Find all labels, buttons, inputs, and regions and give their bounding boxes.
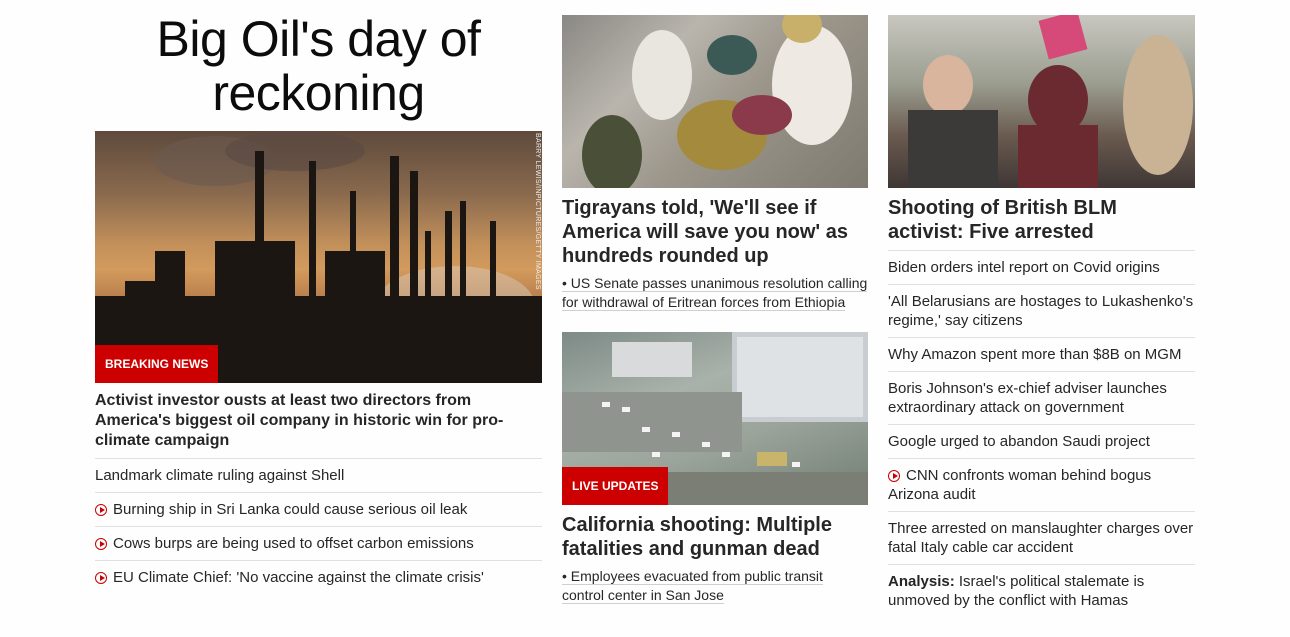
story-title[interactable]: Tigrayans told, 'We'll see if America wi…: [562, 196, 868, 268]
list-item[interactable]: Three arrested on manslaughter charges o…: [888, 511, 1195, 564]
list-item-text[interactable]: Burning ship in Sri Lanka could cause se…: [113, 501, 467, 518]
live-updates-badge: LIVE UPDATES: [562, 467, 669, 505]
list-item[interactable]: Boris Johnson's ex-chief adviser launche…: [888, 371, 1195, 424]
main-headline[interactable]: Big Oil's day of reckoning: [95, 12, 542, 120]
list-item[interactable]: Google urged to abandon Saudi project: [888, 424, 1195, 458]
story-title[interactable]: Shooting of British BLM activist: Five a…: [888, 196, 1195, 244]
list-item[interactable]: Cows burps are being used to offset carb…: [95, 526, 542, 560]
list-item[interactable]: Landmark climate ruling against Shell: [95, 458, 542, 492]
list-item-text[interactable]: EU Climate Chief: 'No vaccine against th…: [113, 569, 484, 586]
list-item[interactable]: Analysis: Israel's political stalemate i…: [888, 564, 1195, 617]
story-subtitle[interactable]: • US Senate passes unanimous resolution …: [562, 274, 868, 312]
story-subtitle-text[interactable]: • Employees evacuated from public transi…: [562, 568, 823, 604]
tigray-image[interactable]: [562, 15, 868, 188]
list-item[interactable]: CNN confronts woman behind bogus Arizona…: [888, 458, 1195, 511]
middle-column: Tigrayans told, 'We'll see if America wi…: [562, 0, 868, 604]
headline-list: Biden orders intel report on Covid origi…: [888, 250, 1195, 617]
breaking-news-badge: BREAKING NEWS: [95, 345, 219, 383]
list-item[interactable]: Biden orders intel report on Covid origi…: [888, 250, 1195, 284]
list-item[interactable]: 'All Belarusians are hostages to Lukashe…: [888, 284, 1195, 337]
list-item[interactable]: Burning ship in Sri Lanka could cause se…: [95, 492, 542, 526]
list-item-text[interactable]: Three arrested on manslaughter charges o…: [888, 520, 1193, 556]
refinery-image[interactable]: BARRY LEWIS/INPICTURES/GETTY IMAGES BREA…: [95, 131, 542, 383]
play-icon: [888, 470, 900, 482]
tigray-illustration: [582, 15, 852, 188]
protest-illustration: [908, 15, 1193, 188]
lead-story-title[interactable]: Activist investor ousts at least two dir…: [95, 391, 542, 451]
california-shooting-image[interactable]: LIVE UPDATES: [562, 332, 868, 505]
right-column: Shooting of British BLM activist: Five a…: [888, 0, 1195, 617]
play-icon: [95, 538, 107, 550]
list-item-text[interactable]: 'All Belarusians are hostages to Lukashe…: [888, 293, 1193, 329]
analysis-label: Analysis:: [888, 573, 955, 590]
list-item-text[interactable]: CNN confronts woman behind bogus Arizona…: [888, 467, 1151, 503]
list-item-text[interactable]: Google urged to abandon Saudi project: [888, 433, 1150, 450]
list-item-text[interactable]: Why Amazon spent more than $8B on MGM: [888, 346, 1181, 363]
play-icon: [95, 572, 107, 584]
list-item-text[interactable]: Cows burps are being used to offset carb…: [113, 535, 474, 552]
list-item[interactable]: Why Amazon spent more than $8B on MGM: [888, 337, 1195, 371]
list-item-text[interactable]: Boris Johnson's ex-chief adviser launche…: [888, 380, 1167, 416]
list-item[interactable]: EU Climate Chief: 'No vaccine against th…: [95, 560, 542, 594]
list-item-text[interactable]: Biden orders intel report on Covid origi…: [888, 259, 1160, 276]
story-subtitle-text[interactable]: • US Senate passes unanimous resolution …: [562, 275, 868, 311]
california-story: California shooting: Multiple fatalities…: [562, 505, 868, 605]
related-links-list: Landmark climate ruling against Shell Bu…: [95, 458, 542, 594]
story-subtitle[interactable]: • Employees evacuated from public transi…: [562, 567, 868, 605]
story-title[interactable]: California shooting: Multiple fatalities…: [562, 513, 868, 561]
image-credit: BARRY LEWIS/INPICTURES/GETTY IMAGES: [534, 133, 541, 290]
top-story-column: Big Oil's day of reckoning BARRY LEWIS/I…: [95, 0, 542, 594]
list-item-text[interactable]: Landmark climate ruling against Shell: [95, 467, 344, 484]
blm-protest-image[interactable]: [888, 15, 1195, 188]
play-icon: [95, 504, 107, 516]
